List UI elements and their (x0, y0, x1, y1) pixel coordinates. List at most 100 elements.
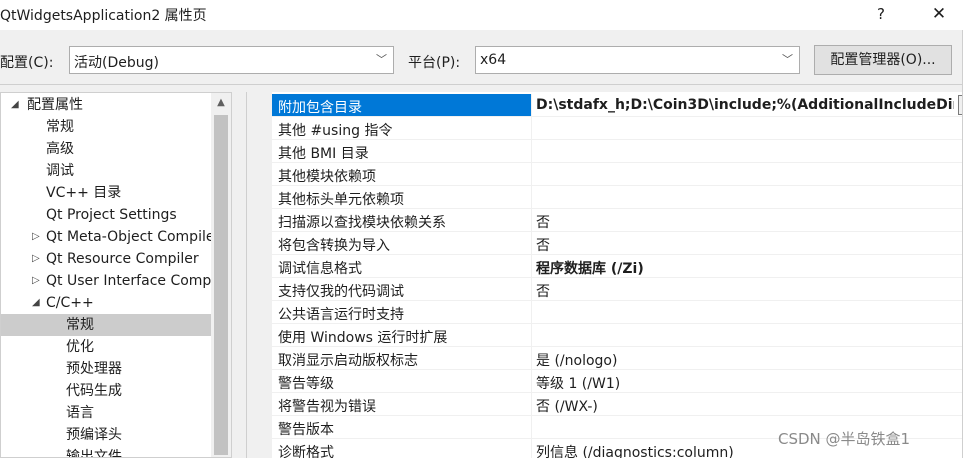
triangle-collapsed-icon[interactable]: ▷ (32, 248, 40, 270)
property-name: 使用 Windows 运行时扩展 (278, 330, 448, 346)
property-row[interactable]: 支持仅我的代码调试 否 (272, 278, 973, 301)
tree-item[interactable]: VC++ 目录 (1, 182, 211, 204)
tree-item-label: Qt Meta-Object Compiler (46, 229, 211, 245)
column-divider (531, 439, 532, 458)
property-name: 其他标头单元依赖项 (278, 192, 404, 208)
grid-gutter (247, 92, 272, 458)
tree-item[interactable]: 预编译头 (1, 424, 211, 446)
column-divider (531, 278, 532, 301)
tree-item-label: 代码生成 (66, 383, 122, 399)
tree-item[interactable]: ▷ Qt User Interface Compiler (1, 270, 211, 292)
watermark: CSDN @半岛铁盒1 (778, 430, 911, 448)
tree-item[interactable]: ▷ Qt Meta-Object Compiler (1, 226, 211, 248)
tree-item[interactable]: 调试 (1, 160, 211, 182)
triangle-collapsed-icon[interactable]: ▷ (32, 226, 40, 248)
property-name: 扫描源以查找模块依赖关系 (278, 215, 446, 231)
configuration-manager-button[interactable]: 配置管理器(O)... (814, 45, 952, 75)
property-name: 其他 #using 指令 (278, 123, 393, 139)
column-divider (531, 117, 532, 140)
property-value[interactable]: D:\stdafx_h;D:\Coin3D\include;%(Addition… (536, 97, 954, 113)
tree-item-label: 预处理器 (66, 361, 122, 377)
triangle-expanded-icon[interactable]: ◢ (11, 94, 19, 116)
tree-item[interactable]: 优化 (1, 336, 211, 358)
tree-item-label: 高级 (46, 141, 74, 157)
property-row[interactable]: 扫描源以查找模块依赖关系 否 (272, 209, 973, 232)
tree-item[interactable]: 高级 (1, 138, 211, 160)
help-button[interactable]: ? (866, 2, 896, 26)
background-window-edge (962, 30, 973, 458)
property-value[interactable]: 是 (/nologo) (536, 350, 617, 370)
property-value[interactable]: 列信息 (/diagnostics:column) (536, 442, 734, 458)
tree-item-label: 调试 (46, 163, 74, 179)
property-row[interactable]: 警告等级 等级 1 (/W1) (272, 370, 973, 393)
column-divider (531, 186, 532, 209)
column-divider (531, 324, 532, 347)
property-name: 将警告视为错误 (278, 399, 376, 415)
column-divider (531, 209, 532, 232)
tree-item[interactable]: 语言 (1, 402, 211, 424)
column-divider (531, 94, 532, 117)
tree-scrollbar[interactable]: ▲ (211, 93, 231, 457)
tree-item[interactable]: Qt Project Settings (1, 204, 211, 226)
platform-combo[interactable]: x64 ﹀ (475, 46, 800, 74)
property-value[interactable]: 否 (536, 281, 550, 301)
window-title: QtWidgetsApplication2 属性页 (0, 8, 207, 24)
property-value[interactable]: 否 (/WX-) (536, 396, 598, 416)
tree-item-label: 常规 (46, 119, 74, 135)
column-divider (531, 416, 532, 439)
property-row[interactable]: 取消显示启动版权标志 是 (/nologo) (272, 347, 973, 370)
tree-item-label: Qt User Interface Compiler (46, 273, 211, 289)
triangle-expanded-icon[interactable]: ◢ (32, 292, 40, 314)
tree-item[interactable]: ◢ 配置属性 (1, 94, 211, 116)
property-row[interactable]: 其他模块依赖项 (272, 163, 973, 186)
property-value[interactable]: 否 (536, 212, 550, 232)
property-value[interactable]: 等级 1 (/W1) (536, 373, 620, 393)
property-tree[interactable]: ◢ 配置属性 常规 高级 调试 VC++ 目录 Qt Project Settings ▷ Qt… (0, 92, 232, 458)
property-value[interactable]: 程序数据库 (/Zi) (536, 258, 644, 278)
divider (0, 84, 973, 85)
property-row[interactable]: 其他标头单元依赖项 (272, 186, 973, 209)
property-row[interactable]: 调试信息格式 程序数据库 (/Zi) (272, 255, 973, 278)
tree-item-label: C/C++ (46, 295, 94, 311)
column-divider (531, 232, 532, 255)
property-row[interactable]: 公共语言运行时支持 (272, 301, 973, 324)
triangle-collapsed-icon[interactable]: ▷ (32, 270, 40, 292)
chevron-down-icon: ﹀ (376, 53, 387, 66)
tree-item[interactable]: 常规 (1, 314, 211, 336)
property-name: 附加包含目录 (278, 100, 362, 116)
column-divider (531, 393, 532, 416)
config-combo-value: 活动(Debug) (74, 55, 159, 71)
property-row[interactable]: 其他 BMI 目录 (272, 140, 973, 163)
property-row[interactable]: 附加包含目录 D:\stdafx_h;D:\Coin3D\include;%(Ad… (272, 94, 973, 117)
close-button[interactable]: ✕ (922, 2, 956, 26)
property-name: 诊断格式 (278, 445, 334, 458)
platform-combo-value: x64 (480, 52, 507, 68)
property-row[interactable]: 将包含转换为导入 否 (272, 232, 973, 255)
property-row[interactable]: 将警告视为错误 否 (/WX-) (272, 393, 973, 416)
column-divider (531, 301, 532, 324)
property-name: 其他模块依赖项 (278, 169, 376, 185)
tree-item[interactable]: 输出文件 (1, 446, 211, 457)
tree-item[interactable]: ▷ Qt Resource Compiler (1, 248, 211, 270)
tree-item[interactable]: ◢ C/C++ (1, 292, 211, 314)
property-name: 警告等级 (278, 376, 334, 392)
property-row[interactable]: 使用 Windows 运行时扩展 (272, 324, 973, 347)
property-name: 公共语言运行时支持 (278, 307, 404, 323)
column-divider (531, 347, 532, 370)
property-name: 警告版本 (278, 422, 334, 438)
tree-scrollbar-thumb[interactable] (214, 115, 228, 455)
column-divider (531, 140, 532, 163)
property-name: 取消显示启动版权标志 (278, 353, 418, 369)
tree-item[interactable]: 预处理器 (1, 358, 211, 380)
property-value[interactable]: 否 (536, 235, 550, 255)
property-row[interactable]: 其他 #using 指令 (272, 117, 973, 140)
tree-item[interactable]: 常规 (1, 116, 211, 138)
property-name: 其他 BMI 目录 (278, 146, 369, 162)
scroll-up-icon[interactable]: ▲ (211, 93, 231, 113)
tree-item-label: VC++ 目录 (46, 185, 122, 201)
tree-item[interactable]: 代码生成 (1, 380, 211, 402)
property-grid[interactable]: 附加包含目录 D:\stdafx_h;D:\Coin3D\include;%(Ad… (246, 92, 973, 458)
tree-item-label: Qt Project Settings (46, 207, 177, 223)
config-combo[interactable]: 活动(Debug) ﹀ (69, 46, 394, 74)
tree-item-label: Qt Resource Compiler (46, 251, 199, 267)
